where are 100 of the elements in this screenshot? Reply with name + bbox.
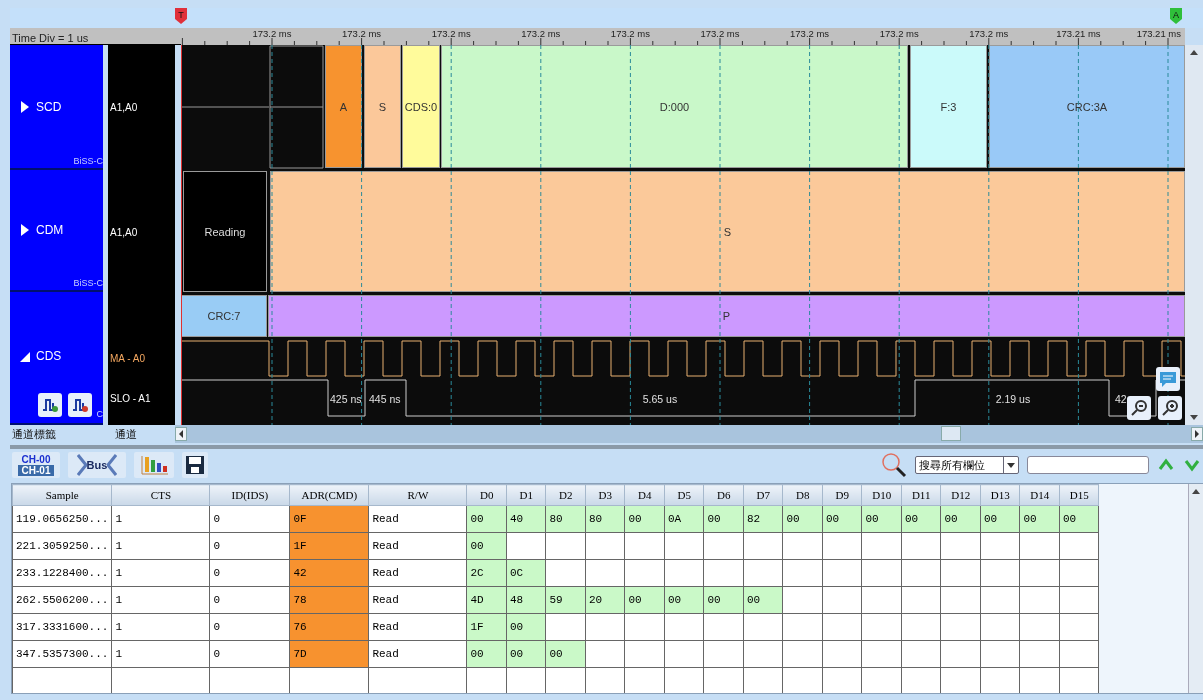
column-header[interactable]: D6 bbox=[703, 484, 744, 506]
search-field[interactable] bbox=[1027, 456, 1149, 474]
channel-label-panel[interactable]: CDS C bbox=[10, 292, 103, 425]
pulse-tool-button[interactable] bbox=[38, 393, 62, 417]
time-label: 173.2 ms bbox=[700, 28, 740, 39]
pulse-width-label: 2.19 us bbox=[995, 393, 1031, 405]
pulse-tool-button[interactable] bbox=[68, 393, 92, 417]
channel-view-button[interactable]: CH-00 CH-01 bbox=[12, 452, 60, 478]
column-header[interactable]: D8 bbox=[782, 484, 823, 506]
bus-view-button[interactable]: Bus bbox=[68, 452, 126, 478]
column-header[interactable]: D14 bbox=[1019, 484, 1060, 506]
vertical-scrollbar[interactable] bbox=[1188, 484, 1203, 693]
column-header[interactable]: D12 bbox=[940, 484, 981, 506]
table-cell: 1 bbox=[111, 532, 210, 560]
collapsed-triangle-icon[interactable] bbox=[20, 100, 30, 113]
signal-name: SLO - A1 bbox=[110, 393, 151, 404]
table-cell: Read bbox=[368, 532, 467, 560]
zoom-out-icon[interactable] bbox=[1127, 396, 1151, 420]
marker-flag[interactable]: A bbox=[1170, 8, 1182, 24]
table-cell: 119.0656250... bbox=[12, 505, 112, 533]
pulse-width-label: 425 ns bbox=[330, 393, 362, 405]
table-cell: Read bbox=[368, 613, 467, 641]
bar-chart-icon[interactable] bbox=[134, 452, 174, 478]
caret-icon[interactable] bbox=[1003, 457, 1018, 473]
search-icon[interactable] bbox=[881, 452, 907, 478]
time-label: 173.2 ms bbox=[521, 28, 561, 39]
column-header[interactable]: D3 bbox=[585, 484, 625, 506]
horizontal-scrollbar[interactable] bbox=[175, 425, 1203, 443]
column-header[interactable]: D15 bbox=[1059, 484, 1099, 506]
time-label: 173.2 ms bbox=[431, 28, 471, 39]
signal-name: A1,A0 bbox=[110, 227, 138, 238]
pulse-icon bbox=[72, 398, 88, 412]
table-cell: Read bbox=[368, 505, 467, 533]
search-scope-dropdown[interactable]: 搜尋所有欄位 bbox=[915, 456, 1019, 474]
column-header[interactable]: D5 bbox=[664, 484, 704, 506]
table-cell: 1 bbox=[111, 613, 210, 641]
column-header[interactable]: D4 bbox=[624, 484, 665, 506]
scrollbar-thumb[interactable] bbox=[941, 426, 961, 441]
column-header[interactable]: D2 bbox=[545, 484, 586, 506]
column-header[interactable]: D9 bbox=[822, 484, 862, 506]
column-header[interactable]: Sample bbox=[12, 484, 112, 506]
chat-bubble-icon[interactable] bbox=[1156, 367, 1180, 391]
pulse-width-label: 42 bbox=[1115, 393, 1127, 405]
table-cell: 0 bbox=[209, 586, 290, 614]
column-header[interactable]: D0 bbox=[466, 484, 507, 506]
decoded-segment[interactable]: CRC:3A bbox=[989, 45, 1185, 168]
table-cell: 0 bbox=[209, 505, 290, 533]
table-cell: 347.5357300... bbox=[12, 640, 112, 668]
protocol-label: C bbox=[96, 409, 103, 419]
protocol-label: BiSS-C bbox=[73, 156, 103, 166]
decoded-segment[interactable]: Reading bbox=[183, 171, 267, 292]
decoded-segment[interactable]: S bbox=[364, 45, 401, 168]
table-cell: 221.3059250... bbox=[12, 532, 112, 560]
decoded-segment[interactable]: D:000 bbox=[441, 45, 908, 168]
decoded-segment[interactable]: CDS:0 bbox=[402, 45, 440, 168]
save-icon[interactable] bbox=[182, 452, 208, 478]
time-label: 173.2 ms bbox=[252, 28, 292, 39]
column-header[interactable]: D7 bbox=[743, 484, 783, 506]
column-header[interactable]: D1 bbox=[506, 484, 546, 506]
channel-label-panel[interactable]: CDM BiSS-C bbox=[10, 170, 103, 292]
time-label: 173.21 ms bbox=[1136, 28, 1181, 39]
column-header[interactable]: R/W bbox=[368, 484, 467, 506]
channel-label-panel[interactable]: SCD BiSS-C bbox=[10, 45, 103, 170]
table-cell: Read bbox=[368, 559, 467, 587]
decoded-segment[interactable]: F:3 bbox=[910, 45, 987, 168]
pulse-width-label: 5.65 us bbox=[642, 393, 678, 405]
signal-name: MA - A0 bbox=[110, 353, 145, 364]
column-header[interactable]: D11 bbox=[901, 484, 941, 506]
table-cell: 7D bbox=[289, 640, 369, 668]
marker-flag[interactable]: T bbox=[175, 8, 187, 24]
pulse-icon bbox=[42, 398, 58, 412]
column-header[interactable]: ID(IDS) bbox=[209, 484, 290, 506]
table-cell: 0 bbox=[209, 559, 290, 587]
signal-name: A1,A0 bbox=[110, 102, 138, 113]
decoded-segment[interactable]: S bbox=[270, 171, 1185, 292]
column-header[interactable]: CTS bbox=[111, 484, 210, 506]
scroll-right-icon[interactable] bbox=[1191, 427, 1203, 441]
time-label: 173.2 ms bbox=[969, 28, 1009, 39]
protocol-label: BiSS-C bbox=[73, 278, 103, 288]
column-header[interactable]: ADR(CMD) bbox=[289, 484, 369, 506]
channel-name: SCD bbox=[36, 99, 62, 114]
vertical-scrollbar[interactable] bbox=[1185, 45, 1203, 425]
table-cell: 1 bbox=[111, 559, 210, 587]
expanded-triangle-icon[interactable] bbox=[20, 350, 30, 362]
column-header[interactable]: D10 bbox=[861, 484, 902, 506]
zoom-in-icon[interactable] bbox=[1158, 396, 1182, 420]
column-header[interactable]: D13 bbox=[980, 484, 1020, 506]
collapsed-triangle-icon[interactable] bbox=[20, 224, 30, 236]
table-cell: 262.5506200... bbox=[12, 586, 112, 614]
table-cell: Read bbox=[368, 586, 467, 614]
table-cell: 1 bbox=[111, 505, 210, 533]
table-cell: 0F bbox=[289, 505, 369, 533]
decoded-segment[interactable]: P bbox=[268, 295, 1185, 337]
table-cell: 233.1228400... bbox=[12, 559, 112, 587]
decoded-segment[interactable]: CRC:7 bbox=[181, 295, 267, 337]
decoded-segment[interactable]: A bbox=[325, 45, 362, 168]
time-label: 173.2 ms bbox=[790, 28, 830, 39]
scroll-left-icon[interactable] bbox=[175, 427, 187, 441]
table-cell: 317.3331600... bbox=[12, 613, 112, 641]
time-label: 173.2 ms bbox=[342, 28, 382, 39]
